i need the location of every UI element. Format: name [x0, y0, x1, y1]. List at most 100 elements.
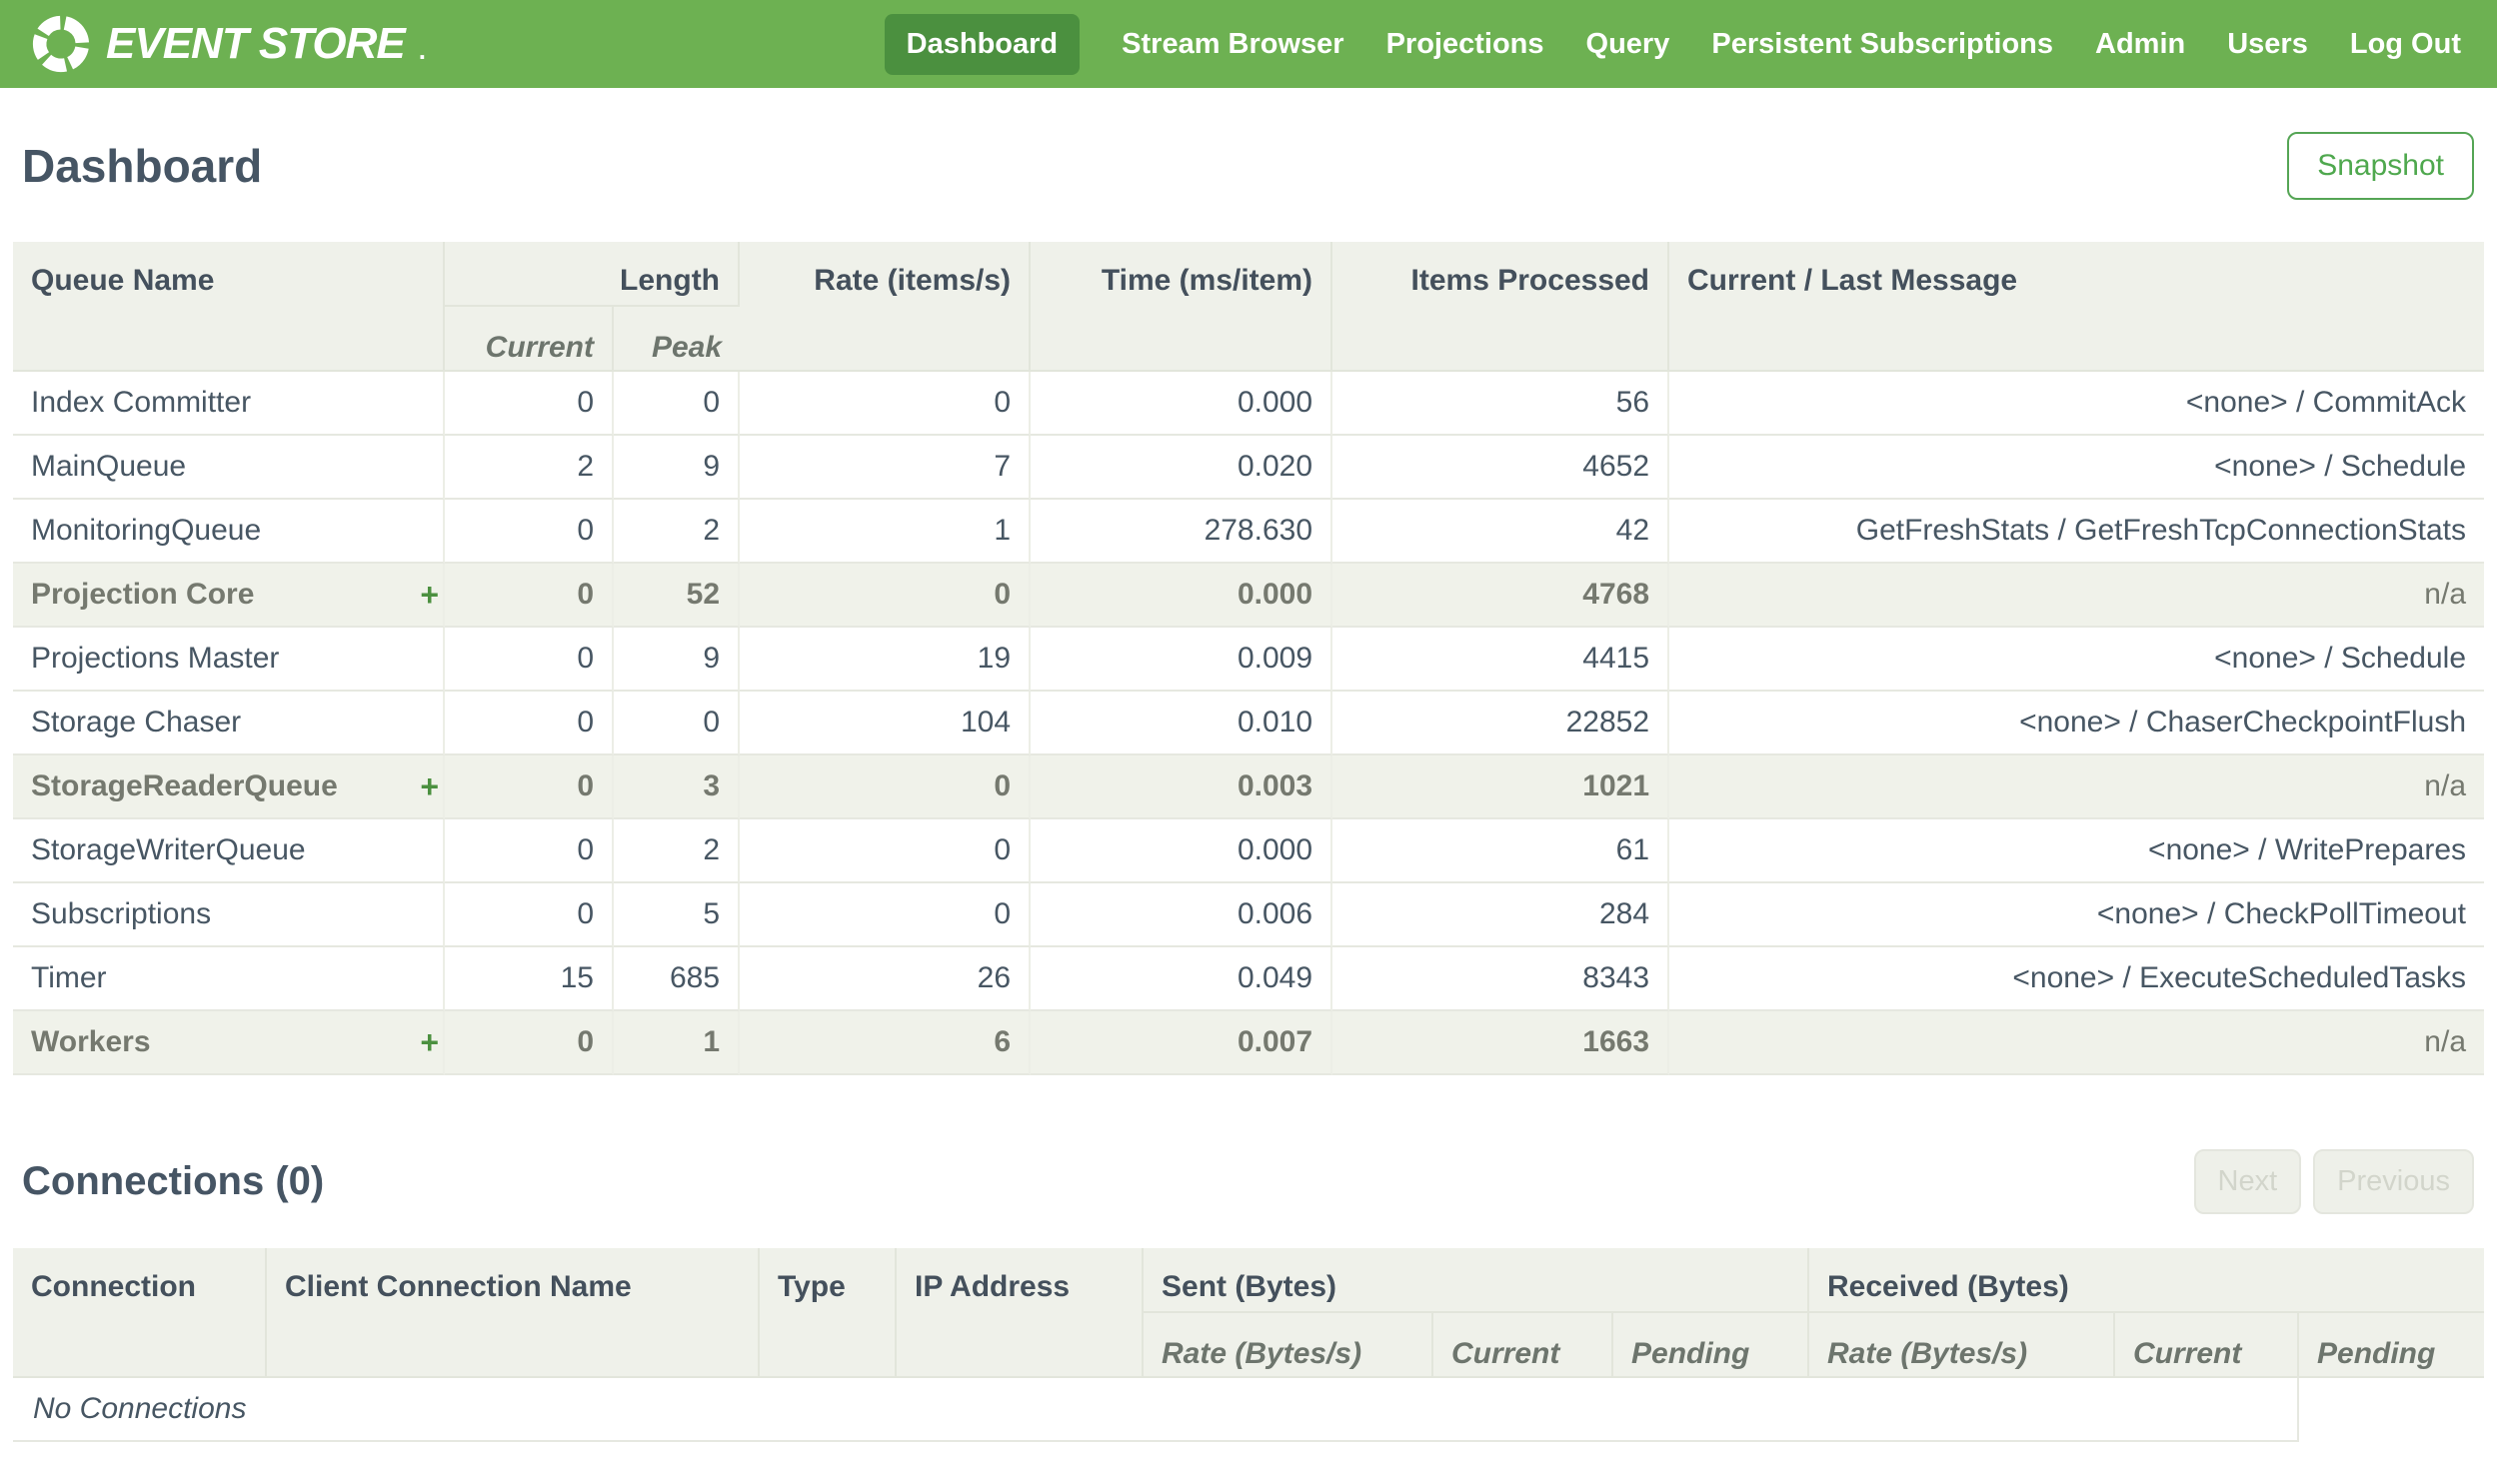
queue-group-row: StorageReaderQueue +0 3 0 0.003 1021 n/a: [13, 755, 2485, 819]
peak-length-cell: 2: [614, 819, 741, 883]
items-processed-cell: 42: [1332, 500, 1670, 564]
col-queue-name: Queue Name: [13, 242, 445, 372]
current-length-cell: 0: [445, 628, 614, 692]
time-cell: 0.010: [1031, 692, 1333, 755]
page-content: Dashboard Snapshot Queue Name Length Rat…: [0, 132, 2497, 1442]
nav-item-dashboard[interactable]: Dashboard: [884, 13, 1081, 75]
message-cell: GetFreshStats / GetFreshTcpConnectionSta…: [1669, 500, 2485, 564]
queue-row: MainQueue 2 9 7 0.020 4652 <none> / Schedule: [13, 436, 2485, 500]
col-received-bytes: Received (Bytes): [1809, 1248, 2484, 1313]
queue-name-cell: Subscriptions: [13, 883, 445, 947]
queue-row: MonitoringQueue 0 2 1 278.630 42 GetFreshStats…: [13, 500, 2485, 564]
queue-name-cell: Projections Master: [13, 628, 445, 692]
no-connections-message: No Connections: [13, 1378, 2299, 1442]
queue-name-cell: StorageReaderQueue +: [13, 755, 445, 819]
queue-group-row: Projection Core +0 52 0 0.000 4768 n/a: [13, 564, 2485, 628]
top-navbar: EVENT STORE . Dashboard Stream Browser P…: [0, 0, 2497, 88]
rate-cell: 7: [740, 436, 1032, 500]
message-cell: <none> / ExecuteScheduledTasks: [1669, 947, 2485, 1011]
peak-length-cell: 0: [614, 692, 741, 755]
nav-item-projections[interactable]: Projections: [1386, 14, 1544, 75]
nav-item-admin[interactable]: Admin: [2095, 14, 2185, 75]
time-cell: 0.007: [1031, 1011, 1333, 1075]
rate-cell: 0: [740, 372, 1032, 436]
queue-row: Projections Master 0 9 19 0.009 4415 <none> / …: [13, 628, 2485, 692]
queue-name-cell: StorageWriterQueue: [13, 819, 445, 883]
queue-name-cell: Timer: [13, 947, 445, 1011]
message-cell: <none> / Schedule: [1669, 436, 2485, 500]
queue-name-label: Timer: [31, 961, 107, 994]
brand-trademark: .: [418, 35, 426, 65]
queue-row: Storage Chaser 0 0 104 0.010 22852 <none> / Ch…: [13, 692, 2485, 755]
items-processed-cell: 61: [1332, 819, 1670, 883]
queue-name-label: Workers: [31, 1025, 151, 1058]
items-processed-cell: 4652: [1332, 436, 1670, 500]
nav-menu: Dashboard Stream Browser Projections Que…: [884, 13, 2461, 75]
col-type: Type: [760, 1248, 897, 1378]
peak-length-cell: 2: [614, 500, 741, 564]
time-cell: 278.630: [1031, 500, 1333, 564]
nav-item-users[interactable]: Users: [2227, 14, 2308, 75]
time-cell: 0.009: [1031, 628, 1333, 692]
col-sent-bytes: Sent (Bytes): [1144, 1248, 1809, 1313]
nav-item-persistent-subscriptions[interactable]: Persistent Subscriptions: [1711, 14, 2053, 75]
message-cell: n/a: [1669, 1011, 2485, 1075]
queue-row: Subscriptions 0 5 0 0.006 284 <none> / CheckPo…: [13, 883, 2485, 947]
queue-name-cell: MonitoringQueue: [13, 500, 445, 564]
empty-spacer-cell: [2299, 1378, 2484, 1442]
title-row: Dashboard Snapshot: [22, 132, 2474, 200]
brand[interactable]: EVENT STORE .: [30, 13, 426, 75]
rate-cell: 1: [740, 500, 1032, 564]
peak-length-cell: 9: [614, 628, 741, 692]
col-rate: Rate (items/s): [740, 242, 1032, 372]
peak-length-cell: 1: [614, 1011, 741, 1075]
message-cell: <none> / CommitAck: [1669, 372, 2485, 436]
queue-row: Timer 15 685 26 0.049 8343 <none> / ExecuteSch…: [13, 947, 2485, 1011]
peak-length-cell: 52: [614, 564, 741, 628]
nav-item-query[interactable]: Query: [1586, 14, 1670, 75]
previous-button[interactable]: Previous: [2313, 1149, 2474, 1214]
items-processed-cell: 4415: [1332, 628, 1670, 692]
current-length-cell: 0: [445, 692, 614, 755]
message-cell: n/a: [1669, 564, 2485, 628]
current-length-cell: 0: [445, 819, 614, 883]
message-cell: <none> / ChaserCheckpointFlush: [1669, 692, 2485, 755]
expand-icon[interactable]: +: [420, 577, 443, 614]
rate-cell: 0: [740, 564, 1032, 628]
col-client-connection-name: Client Connection Name: [267, 1248, 760, 1378]
message-cell: <none> / Schedule: [1669, 628, 2485, 692]
items-processed-cell: 22852: [1332, 692, 1670, 755]
queue-row: StorageWriterQueue 0 2 0 0.000 61 <none> / Wri…: [13, 819, 2485, 883]
next-button[interactable]: Next: [2193, 1149, 2302, 1214]
queue-name-cell: Storage Chaser: [13, 692, 445, 755]
col-sent-pending: Pending: [1613, 1313, 1809, 1378]
nav-item-logout[interactable]: Log Out: [2350, 14, 2461, 75]
current-length-cell: 0: [445, 372, 614, 436]
queue-name-cell: Workers +: [13, 1011, 445, 1075]
rate-cell: 0: [740, 755, 1032, 819]
time-cell: 0.000: [1031, 564, 1333, 628]
col-length-peak: Peak: [614, 307, 741, 372]
queue-name-label: Projection Core: [31, 578, 255, 611]
queue-name-label: Storage Chaser: [31, 706, 242, 739]
rate-cell: 104: [740, 692, 1032, 755]
items-processed-cell: 4768: [1332, 564, 1670, 628]
brand-text: EVENT STORE: [106, 19, 406, 68]
connections-title: Connections (0): [22, 1159, 325, 1203]
peak-length-cell: 0: [614, 372, 741, 436]
message-cell: n/a: [1669, 755, 2485, 819]
time-cell: 0.003: [1031, 755, 1333, 819]
snapshot-button[interactable]: Snapshot: [2287, 132, 2474, 200]
nav-item-stream-browser[interactable]: Stream Browser: [1122, 14, 1343, 75]
queue-table-body: Index Committer 0 0 0 0.000 56 <none> / Commit…: [13, 372, 2485, 1075]
items-processed-cell: 1663: [1332, 1011, 1670, 1075]
peak-length-cell: 9: [614, 436, 741, 500]
connections-table-header: Connection Client Connection Name Type I…: [13, 1248, 2484, 1378]
time-cell: 0.000: [1031, 372, 1333, 436]
expand-icon[interactable]: +: [420, 768, 443, 805]
col-message: Current / Last Message: [1669, 242, 2485, 372]
expand-icon[interactable]: +: [420, 1024, 443, 1061]
col-length: Length: [445, 242, 741, 307]
queue-row: Index Committer 0 0 0 0.000 56 <none> / Commit…: [13, 372, 2485, 436]
rate-cell: 6: [740, 1011, 1032, 1075]
